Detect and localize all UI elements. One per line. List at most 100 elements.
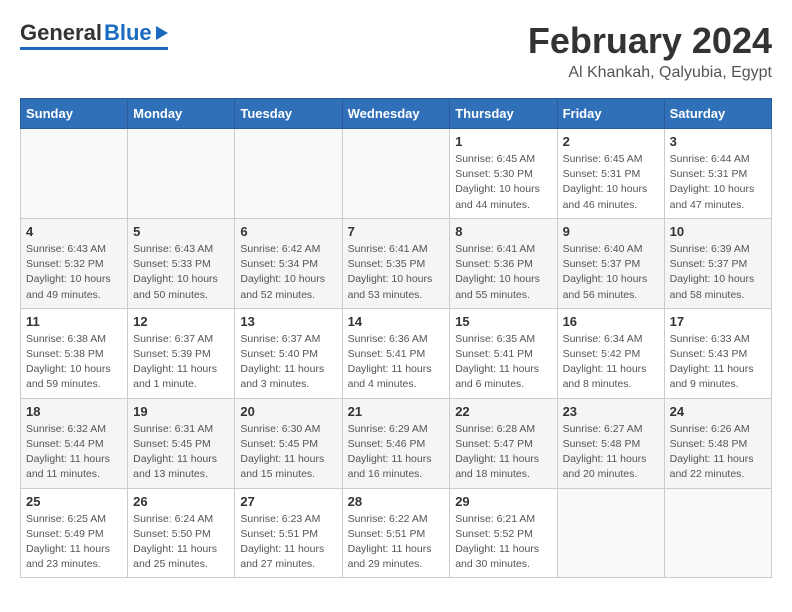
column-header-sunday: Sunday (21, 99, 128, 129)
day-number: 5 (133, 224, 229, 239)
calendar-week-row: 4 Sunrise: 6:43 AM Sunset: 5:32 PM Daylig… (21, 218, 772, 308)
day-number: 3 (670, 134, 766, 149)
calendar-cell: 20 Sunrise: 6:30 AM Sunset: 5:45 PM Dayli… (235, 398, 342, 488)
column-header-tuesday: Tuesday (235, 99, 342, 129)
day-number: 15 (455, 314, 551, 329)
day-number: 27 (240, 494, 336, 509)
column-header-saturday: Saturday (664, 99, 771, 129)
calendar-week-row: 18 Sunrise: 6:32 AM Sunset: 5:44 PM Dayli… (21, 398, 772, 488)
day-info: Sunrise: 6:41 AM Sunset: 5:36 PM Dayligh… (455, 242, 551, 303)
day-number: 22 (455, 404, 551, 419)
day-info: Sunrise: 6:28 AM Sunset: 5:47 PM Dayligh… (455, 422, 551, 483)
day-info: Sunrise: 6:37 AM Sunset: 5:39 PM Dayligh… (133, 332, 229, 393)
day-number: 11 (26, 314, 122, 329)
day-number: 12 (133, 314, 229, 329)
day-number: 7 (348, 224, 445, 239)
day-info: Sunrise: 6:42 AM Sunset: 5:34 PM Dayligh… (240, 242, 336, 303)
column-header-thursday: Thursday (450, 99, 557, 129)
day-info: Sunrise: 6:34 AM Sunset: 5:42 PM Dayligh… (563, 332, 659, 393)
day-info: Sunrise: 6:36 AM Sunset: 5:41 PM Dayligh… (348, 332, 445, 393)
day-number: 2 (563, 134, 659, 149)
day-number: 29 (455, 494, 551, 509)
calendar-cell (342, 129, 450, 219)
calendar-cell: 22 Sunrise: 6:28 AM Sunset: 5:47 PM Dayli… (450, 398, 557, 488)
day-info: Sunrise: 6:22 AM Sunset: 5:51 PM Dayligh… (348, 512, 445, 573)
column-header-monday: Monday (128, 99, 235, 129)
day-info: Sunrise: 6:23 AM Sunset: 5:51 PM Dayligh… (240, 512, 336, 573)
day-info: Sunrise: 6:37 AM Sunset: 5:40 PM Dayligh… (240, 332, 336, 393)
day-info: Sunrise: 6:30 AM Sunset: 5:45 PM Dayligh… (240, 422, 336, 483)
day-info: Sunrise: 6:45 AM Sunset: 5:31 PM Dayligh… (563, 152, 659, 213)
day-info: Sunrise: 6:33 AM Sunset: 5:43 PM Dayligh… (670, 332, 766, 393)
day-info: Sunrise: 6:31 AM Sunset: 5:45 PM Dayligh… (133, 422, 229, 483)
day-info: Sunrise: 6:35 AM Sunset: 5:41 PM Dayligh… (455, 332, 551, 393)
day-number: 14 (348, 314, 445, 329)
calendar-cell: 19 Sunrise: 6:31 AM Sunset: 5:45 PM Dayli… (128, 398, 235, 488)
calendar-cell (557, 488, 664, 578)
calendar-cell: 5 Sunrise: 6:43 AM Sunset: 5:33 PM Daylig… (128, 218, 235, 308)
title-section: February 2024 Al Khankah, Qalyubia, Egyp… (528, 20, 772, 82)
day-number: 21 (348, 404, 445, 419)
calendar-cell: 26 Sunrise: 6:24 AM Sunset: 5:50 PM Dayli… (128, 488, 235, 578)
day-number: 26 (133, 494, 229, 509)
day-info: Sunrise: 6:25 AM Sunset: 5:49 PM Dayligh… (26, 512, 122, 573)
logo: GeneralBlue (20, 20, 168, 50)
calendar-cell: 11Sunrise: 6:38 AM Sunset: 5:38 PM Dayli… (21, 308, 128, 398)
calendar-cell: 28 Sunrise: 6:22 AM Sunset: 5:51 PM Dayli… (342, 488, 450, 578)
calendar-cell: 23 Sunrise: 6:27 AM Sunset: 5:48 PM Dayli… (557, 398, 664, 488)
calendar-cell: 4 Sunrise: 6:43 AM Sunset: 5:32 PM Daylig… (21, 218, 128, 308)
calendar-cell (21, 129, 128, 219)
calendar-cell: 18 Sunrise: 6:32 AM Sunset: 5:44 PM Dayli… (21, 398, 128, 488)
day-number: 28 (348, 494, 445, 509)
day-number: 23 (563, 404, 659, 419)
day-info: Sunrise: 6:27 AM Sunset: 5:48 PM Dayligh… (563, 422, 659, 483)
day-number: 16 (563, 314, 659, 329)
day-info: Sunrise: 6:26 AM Sunset: 5:48 PM Dayligh… (670, 422, 766, 483)
day-info: Sunrise: 6:21 AM Sunset: 5:52 PM Dayligh… (455, 512, 551, 573)
day-number: 9 (563, 224, 659, 239)
column-header-wednesday: Wednesday (342, 99, 450, 129)
calendar-cell: 8 Sunrise: 6:41 AM Sunset: 5:36 PM Daylig… (450, 218, 557, 308)
day-number: 24 (670, 404, 766, 419)
day-number: 4 (26, 224, 122, 239)
day-info: Sunrise: 6:43 AM Sunset: 5:33 PM Dayligh… (133, 242, 229, 303)
calendar-body: 1Sunrise: 6:45 AM Sunset: 5:30 PM Daylig… (21, 129, 772, 578)
day-number: 20 (240, 404, 336, 419)
month-year-title: February 2024 (528, 20, 772, 62)
day-info: Sunrise: 6:43 AM Sunset: 5:32 PM Dayligh… (26, 242, 122, 303)
logo-underline (20, 47, 168, 50)
calendar-cell: 7 Sunrise: 6:41 AM Sunset: 5:35 PM Daylig… (342, 218, 450, 308)
calendar-week-row: 1Sunrise: 6:45 AM Sunset: 5:30 PM Daylig… (21, 129, 772, 219)
calendar-cell: 27 Sunrise: 6:23 AM Sunset: 5:51 PM Dayli… (235, 488, 342, 578)
calendar-cell (128, 129, 235, 219)
calendar-cell (235, 129, 342, 219)
day-info: Sunrise: 6:41 AM Sunset: 5:35 PM Dayligh… (348, 242, 445, 303)
calendar-week-row: 11Sunrise: 6:38 AM Sunset: 5:38 PM Dayli… (21, 308, 772, 398)
day-number: 19 (133, 404, 229, 419)
calendar-cell: 2 Sunrise: 6:45 AM Sunset: 5:31 PM Daylig… (557, 129, 664, 219)
day-number: 8 (455, 224, 551, 239)
calendar-header-row: SundayMondayTuesdayWednesdayThursdayFrid… (21, 99, 772, 129)
day-info: Sunrise: 6:39 AM Sunset: 5:37 PM Dayligh… (670, 242, 766, 303)
logo-arrow-icon (156, 26, 168, 40)
day-info: Sunrise: 6:44 AM Sunset: 5:31 PM Dayligh… (670, 152, 766, 213)
calendar-cell: 24 Sunrise: 6:26 AM Sunset: 5:48 PM Dayli… (664, 398, 771, 488)
calendar-cell: 10 Sunrise: 6:39 AM Sunset: 5:37 PM Dayli… (664, 218, 771, 308)
day-number: 10 (670, 224, 766, 239)
calendar-cell: 3 Sunrise: 6:44 AM Sunset: 5:31 PM Daylig… (664, 129, 771, 219)
day-number: 13 (240, 314, 336, 329)
day-number: 17 (670, 314, 766, 329)
calendar-cell (664, 488, 771, 578)
calendar-cell: 21Sunrise: 6:29 AM Sunset: 5:46 PM Dayli… (342, 398, 450, 488)
day-info: Sunrise: 6:45 AM Sunset: 5:30 PM Dayligh… (455, 152, 551, 213)
calendar-cell: 16 Sunrise: 6:34 AM Sunset: 5:42 PM Dayli… (557, 308, 664, 398)
day-info: Sunrise: 6:32 AM Sunset: 5:44 PM Dayligh… (26, 422, 122, 483)
calendar-cell: 14 Sunrise: 6:36 AM Sunset: 5:41 PM Dayli… (342, 308, 450, 398)
calendar-cell: 29 Sunrise: 6:21 AM Sunset: 5:52 PM Dayli… (450, 488, 557, 578)
logo-blue: Blue (104, 20, 152, 46)
calendar-cell: 13 Sunrise: 6:37 AM Sunset: 5:40 PM Dayli… (235, 308, 342, 398)
day-number: 6 (240, 224, 336, 239)
day-info: Sunrise: 6:24 AM Sunset: 5:50 PM Dayligh… (133, 512, 229, 573)
calendar-cell: 12 Sunrise: 6:37 AM Sunset: 5:39 PM Dayli… (128, 308, 235, 398)
day-number: 18 (26, 404, 122, 419)
